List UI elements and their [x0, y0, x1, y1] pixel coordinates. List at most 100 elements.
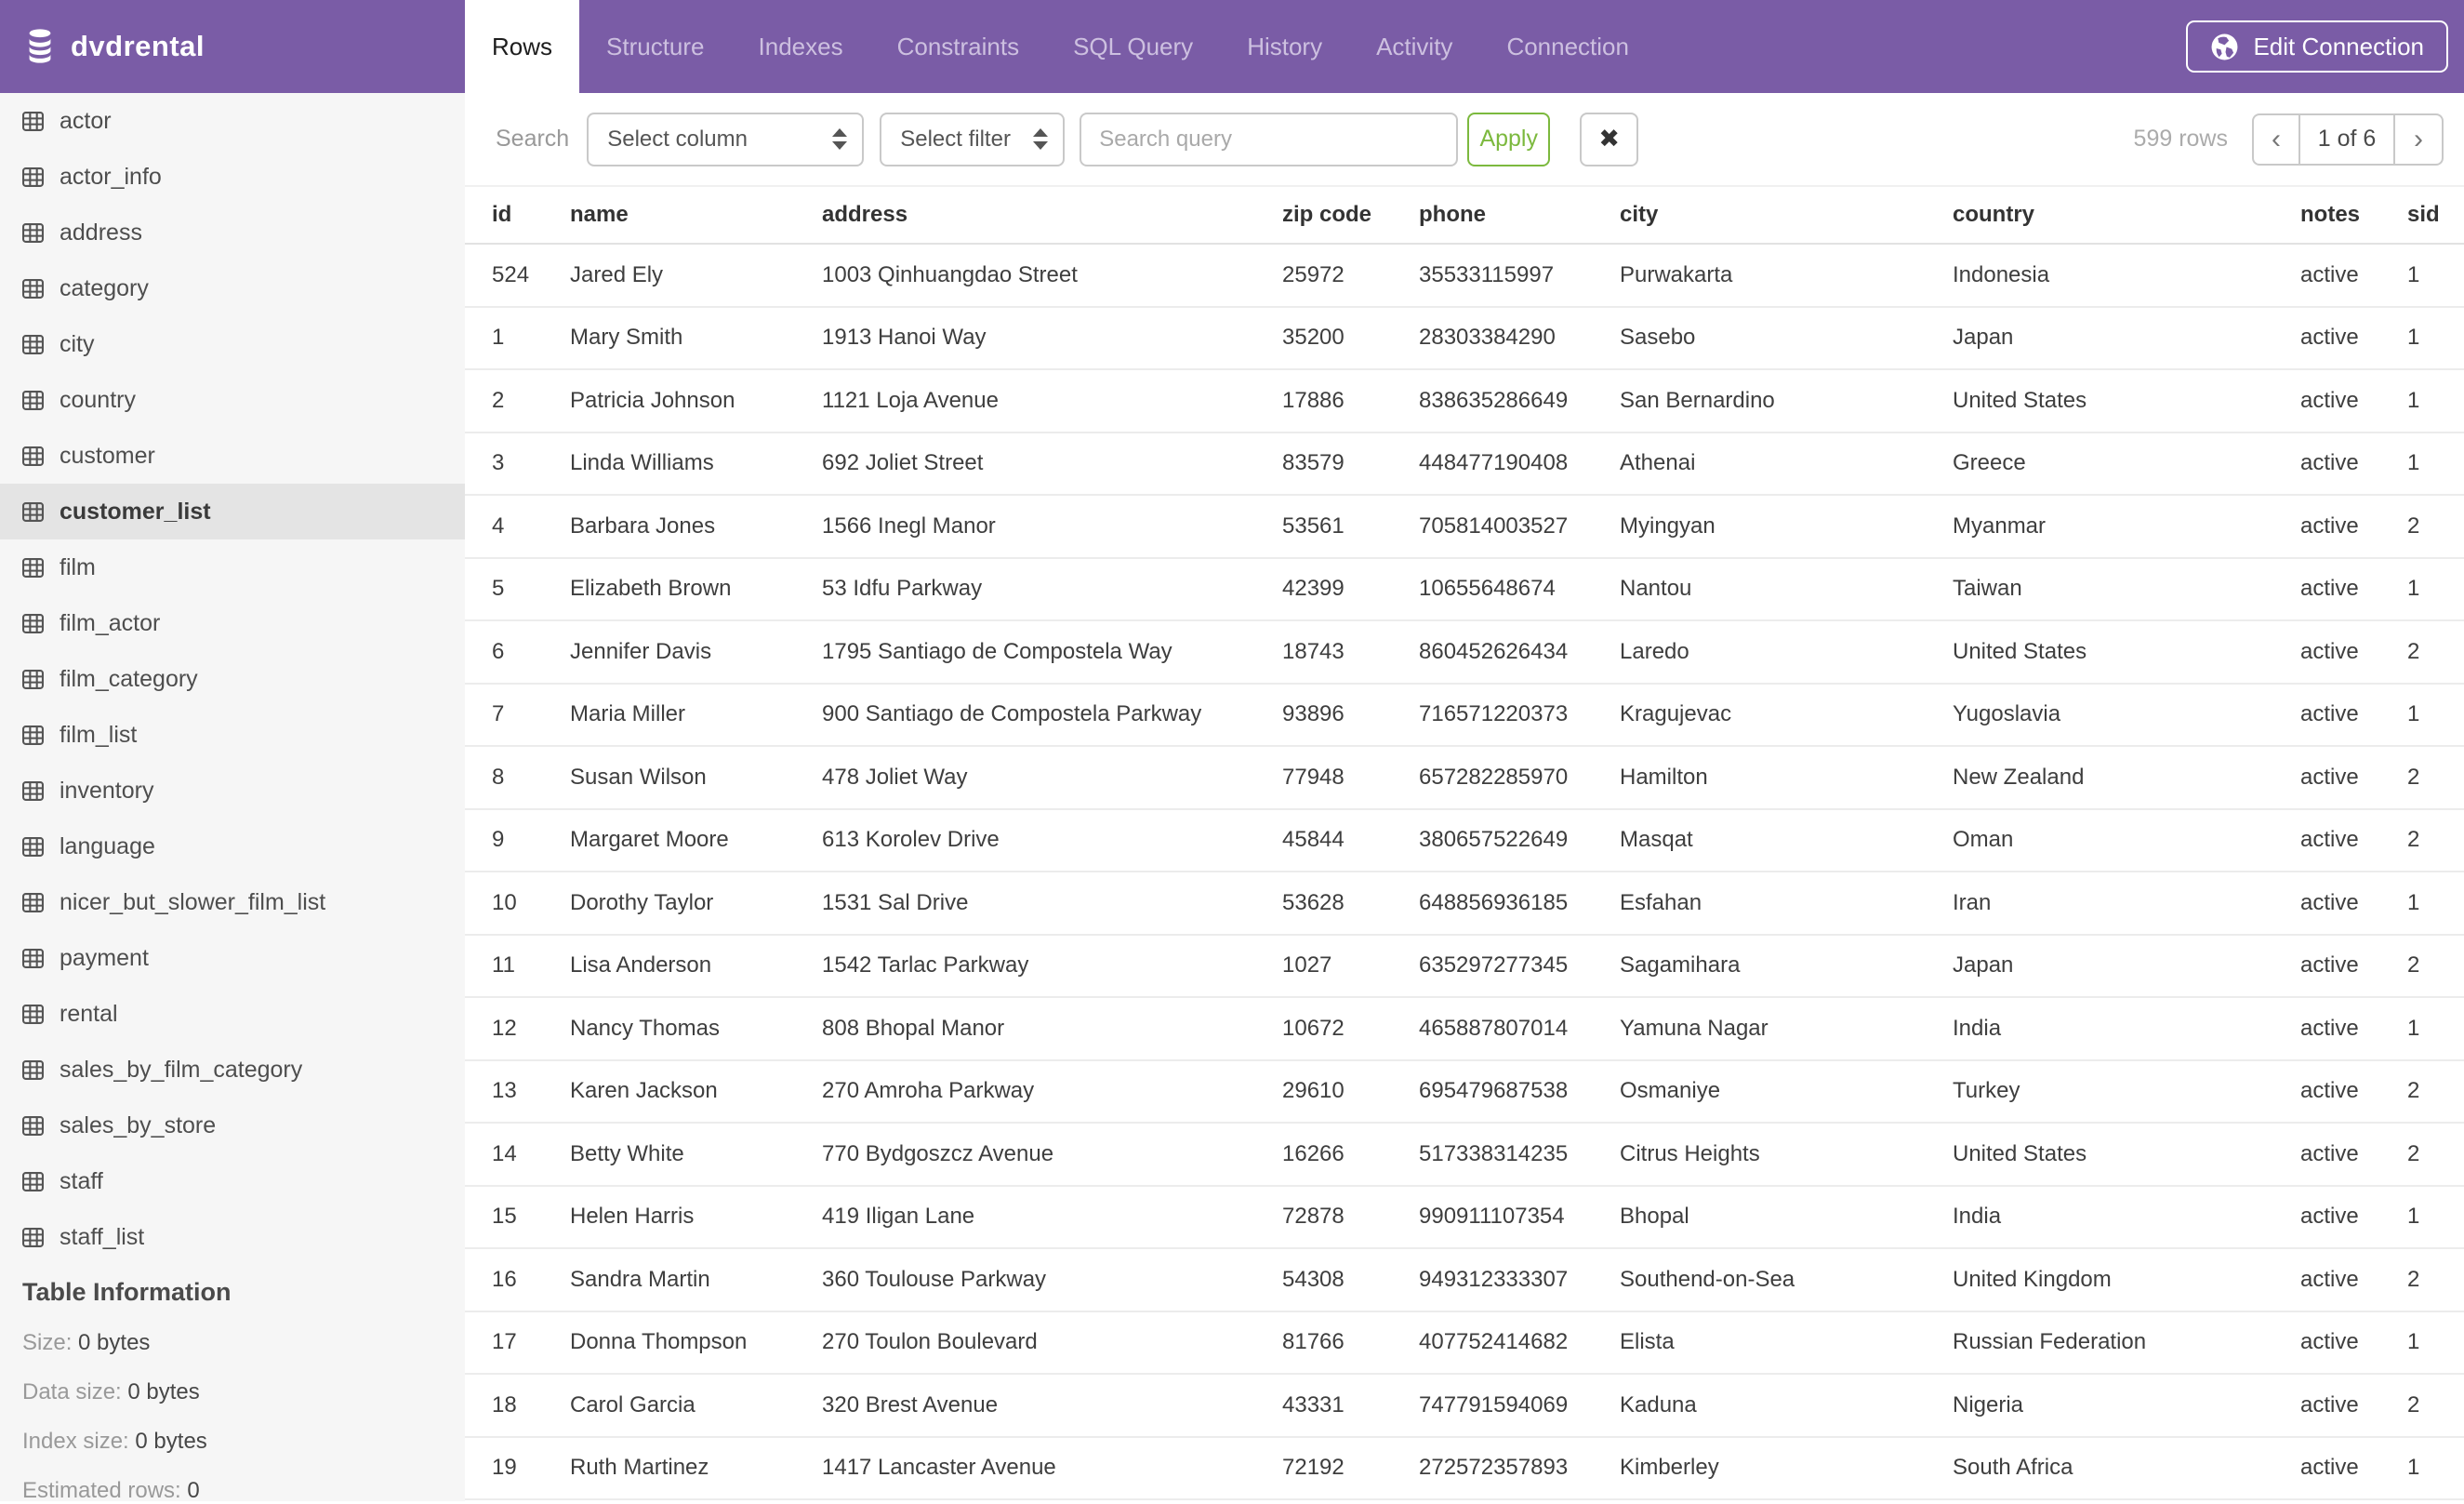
- table-cell: Esfahan: [1620, 872, 1953, 936]
- sidebar-item-film_actor[interactable]: film_actor: [0, 595, 465, 651]
- table-grid-icon: [22, 669, 44, 689]
- next-page-button[interactable]: ›: [2395, 115, 2442, 164]
- column-select[interactable]: Select column: [587, 112, 865, 166]
- table-cell: Southend-on-Sea: [1620, 1248, 1953, 1312]
- sidebar-item-nicer_but_slower_film_list[interactable]: nicer_but_slower_film_list: [0, 874, 465, 930]
- table-row[interactable]: 16 Sandra Martin 360 Toulouse Parkway 54308…: [465, 1248, 2464, 1312]
- table-row[interactable]: 6 Jennifer Davis 1795 Santiago de Composte…: [465, 620, 2464, 685]
- edit-connection-button[interactable]: Edit Connection: [2186, 20, 2448, 73]
- table-cell: 2: [2407, 1374, 2464, 1438]
- table-row[interactable]: 19 Ruth Martinez 1417 Lancaster Avenue 7219…: [465, 1436, 2464, 1500]
- sidebar-item-category[interactable]: category: [0, 260, 465, 316]
- table-cell: 6: [465, 620, 570, 685]
- table-cell: active: [2300, 1374, 2407, 1438]
- table-cell: Japan: [1953, 934, 2300, 998]
- column-header-notes[interactable]: notes: [2300, 185, 2407, 245]
- column-header-zip-code[interactable]: zip code: [1282, 185, 1419, 245]
- tab-sql-query[interactable]: SQL Query: [1046, 0, 1220, 93]
- table-grid-icon: [22, 334, 44, 354]
- table-row[interactable]: 524 Jared Ely 1003 Qinhuangdao Street 25972…: [465, 244, 2464, 308]
- sidebar-item-staff[interactable]: staff: [0, 1153, 465, 1209]
- table-row[interactable]: 15 Helen Harris 419 Iligan Lane 72878 990911…: [465, 1185, 2464, 1249]
- column-header-name[interactable]: name: [570, 185, 822, 245]
- table-grid-icon: [22, 1171, 44, 1191]
- table-row[interactable]: 8 Susan Wilson 478 Joliet Way 77948 65728228…: [465, 746, 2464, 810]
- table-row[interactable]: 4 Barbara Jones 1566 Inegl Manor 53561 70581…: [465, 495, 2464, 559]
- table-row[interactable]: 7 Maria Miller 900 Santiago de Compostela …: [465, 683, 2464, 747]
- filter-select[interactable]: Select filter: [880, 112, 1066, 166]
- clear-search-button[interactable]: ✖: [1580, 112, 1639, 166]
- table-row[interactable]: 2 Patricia Johnson 1121 Loja Avenue 17886 83…: [465, 369, 2464, 433]
- table-info-field: Data size: 0 bytes: [22, 1379, 200, 1404]
- table-row[interactable]: 1 Mary Smith 1913 Hanoi Way 35200 2830338429…: [465, 306, 2464, 370]
- sidebar-item-customer[interactable]: customer: [0, 428, 465, 484]
- table-cell: Donna Thompson: [570, 1311, 822, 1375]
- column-header-phone[interactable]: phone: [1419, 185, 1620, 245]
- table-row[interactable]: 10 Dorothy Taylor 1531 Sal Drive 53628 64885…: [465, 872, 2464, 936]
- column-header-id[interactable]: id: [465, 185, 570, 245]
- sidebar-item-actor_info[interactable]: actor_info: [0, 149, 465, 205]
- sidebar-item-staff_list[interactable]: staff_list: [0, 1209, 465, 1265]
- table-cell: Patricia Johnson: [570, 369, 822, 433]
- tab-indexes[interactable]: Indexes: [732, 0, 870, 93]
- sidebar-item-country[interactable]: country: [0, 372, 465, 428]
- tab-history[interactable]: History: [1220, 0, 1349, 93]
- sidebar-item-city[interactable]: city: [0, 316, 465, 372]
- table-row[interactable]: 14 Betty White 770 Bydgoszcz Avenue 16266 51…: [465, 1123, 2464, 1187]
- table-row[interactable]: 11 Lisa Anderson 1542 Tarlac Parkway 1027 63…: [465, 934, 2464, 998]
- table-cell: active: [2300, 808, 2407, 872]
- column-header-country[interactable]: country: [1953, 185, 2300, 245]
- sidebar-item-film[interactable]: film: [0, 539, 465, 595]
- sidebar-item-film_list[interactable]: film_list: [0, 707, 465, 763]
- table-cell: 7: [465, 683, 570, 747]
- sidebar-item-language[interactable]: language: [0, 819, 465, 874]
- table-cell: Susan Wilson: [570, 746, 822, 810]
- tab-connection[interactable]: Connection: [1479, 0, 1656, 93]
- table-cell: 838635286649: [1419, 369, 1620, 433]
- database-name: dvdrental: [71, 30, 205, 62]
- search-query-input[interactable]: [1080, 112, 1459, 166]
- table-grid-icon: [22, 1227, 44, 1247]
- table-cell: Mary Smith: [570, 306, 822, 370]
- column-select-value: Select column: [607, 126, 748, 152]
- tab-rows[interactable]: Rows: [465, 0, 580, 93]
- sidebar-item-rental[interactable]: rental: [0, 986, 465, 1042]
- table-row[interactable]: 5 Elizabeth Brown 53 Idfu Parkway 42399 1065…: [465, 557, 2464, 621]
- tab-constraints[interactable]: Constraints: [870, 0, 1047, 93]
- prev-page-button[interactable]: ‹: [2254, 115, 2298, 164]
- table-cell: 860452626434: [1419, 620, 1620, 685]
- edit-connection-label: Edit Connection: [2253, 32, 2424, 60]
- table-row[interactable]: 12 Nancy Thomas 808 Bhopal Manor 10672 46588…: [465, 997, 2464, 1061]
- sidebar-item-sales_by_film_category[interactable]: sales_by_film_category: [0, 1042, 465, 1098]
- column-header-sid[interactable]: sid: [2407, 185, 2464, 245]
- sidebar-item-customer_list[interactable]: customer_list: [0, 484, 465, 539]
- table-row[interactable]: 13 Karen Jackson 270 Amroha Parkway 29610 69…: [465, 1059, 2464, 1124]
- column-header-address[interactable]: address: [822, 185, 1282, 245]
- table-cell: Nancy Thomas: [570, 997, 822, 1061]
- sidebar-item-inventory[interactable]: inventory: [0, 763, 465, 819]
- tab-activity[interactable]: Activity: [1349, 0, 1479, 93]
- sidebar-item-actor[interactable]: actor: [0, 93, 465, 149]
- table-row[interactable]: 18 Carol Garcia 320 Brest Avenue 43331 74779…: [465, 1374, 2464, 1438]
- table-grid-icon: [22, 948, 44, 968]
- sidebar-item-label: actor: [60, 107, 112, 134]
- table-row[interactable]: 9 Margaret Moore 613 Korolev Drive 45844 380…: [465, 808, 2464, 872]
- table-cell: 83579: [1282, 432, 1419, 496]
- search-toolbar: Search Select column Select filter Apply…: [465, 93, 2464, 185]
- table-row[interactable]: 17 Donna Thompson 270 Toulon Boulevard 8176…: [465, 1311, 2464, 1375]
- table-row[interactable]: 3 Linda Williams 692 Joliet Street 83579 448…: [465, 432, 2464, 496]
- table-grid-icon: [22, 725, 44, 745]
- app-logo: dvdrental: [0, 0, 465, 93]
- sidebar-item-address[interactable]: address: [0, 205, 465, 260]
- sidebar-item-sales_by_store[interactable]: sales_by_store: [0, 1098, 465, 1153]
- apply-button[interactable]: Apply: [1467, 112, 1551, 166]
- tab-structure[interactable]: Structure: [579, 0, 732, 93]
- table-cell: 1417 Lancaster Avenue: [822, 1436, 1282, 1500]
- column-header-city[interactable]: city: [1620, 185, 1953, 245]
- table-cell: 45844: [1282, 808, 1419, 872]
- table-cell: 270 Toulon Boulevard: [822, 1311, 1282, 1375]
- sidebar-item-film_category[interactable]: film_category: [0, 651, 465, 707]
- table-cell: active: [2300, 432, 2407, 496]
- sidebar-item-payment[interactable]: payment: [0, 930, 465, 986]
- table-cell: United Kingdom: [1953, 1248, 2300, 1312]
